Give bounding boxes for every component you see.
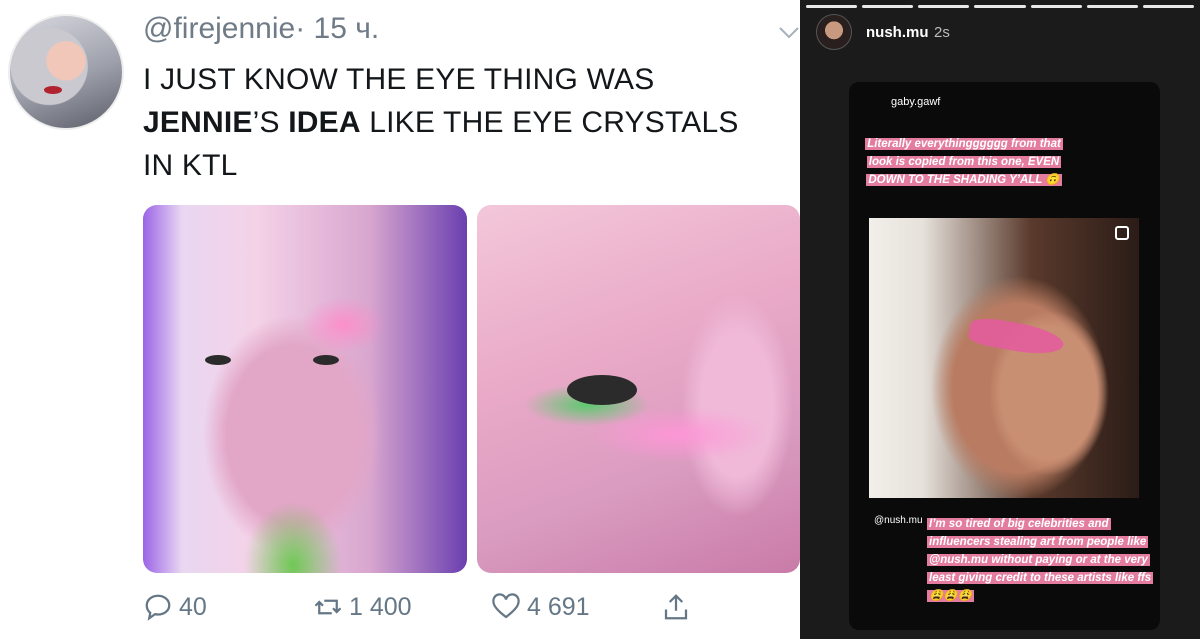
tweet: @firejennie· 15 ч. I JUST KNOW THE EYE T…	[0, 0, 800, 639]
like-button[interactable]: 4 691	[491, 592, 590, 622]
progress-segment	[918, 5, 970, 8]
retweet-button[interactable]: 1 400	[313, 592, 412, 622]
mention-tag[interactable]: @nush.mu	[874, 515, 923, 526]
like-icon	[492, 593, 520, 619]
retweet-count: 1 400	[349, 592, 412, 621]
tweet-time[interactable]: 15 ч.	[314, 12, 380, 45]
tweet-image-2[interactable]	[477, 205, 800, 573]
tweet-text-line1: I JUST KNOW THE EYE THING WAS	[143, 63, 655, 96]
card-quote-top: Literally everythingggggg from that look…	[859, 134, 1069, 188]
retweet-icon	[314, 599, 342, 615]
story-progress-bars	[806, 5, 1194, 8]
tweet-separator: ·	[295, 12, 306, 45]
share-icon	[664, 594, 688, 620]
share-button[interactable]	[661, 592, 691, 622]
eye-shape	[567, 375, 637, 405]
card-quote-bottom: I’m so tired of big celebrities and infl…	[927, 514, 1157, 604]
progress-segment	[862, 5, 914, 8]
tweet-avatar[interactable]	[8, 14, 124, 130]
reply-count: 40	[179, 592, 207, 621]
card-photo[interactable]	[869, 218, 1139, 498]
multi-image-icon	[1115, 226, 1129, 240]
progress-segment	[1142, 5, 1194, 8]
progress-segment	[974, 5, 1026, 8]
story-time: 2s	[934, 24, 950, 41]
tweet-text-line3: IN KTL	[143, 149, 238, 182]
tweet-text-part2: ’S	[252, 106, 289, 139]
story-username[interactable]: nush.mu	[866, 24, 929, 41]
eye-shape	[205, 355, 231, 365]
tweet-text: I JUST KNOW THE EYE THING WAS JENNIE’S I…	[143, 58, 793, 187]
tweet-header: @firejennie· 15 ч.	[143, 12, 379, 46]
tweet-actions: 40 1 400 4 691	[143, 592, 703, 632]
eye-shape	[313, 355, 339, 365]
tweet-text-bold1: JENNIE	[143, 106, 253, 139]
tweet-text-part3: LIKE THE EYE CRYSTALS	[360, 106, 739, 139]
progress-segment	[1030, 5, 1082, 8]
highlight-text: Literally everythingggggg from that look…	[865, 138, 1063, 186]
tweet-text-bold2: IDEA	[288, 106, 361, 139]
flame-eyeliner-shape	[967, 314, 1066, 360]
tweet-handle[interactable]: @firejennie	[143, 12, 295, 45]
progress-segment	[806, 5, 858, 8]
story-avatar[interactable]	[816, 14, 852, 50]
chevron-down-icon[interactable]	[778, 20, 800, 46]
like-count: 4 691	[527, 592, 590, 621]
reply-icon	[145, 594, 171, 621]
progress-segment	[1086, 5, 1138, 8]
highlight-text: I’m so tired of big celebrities and infl…	[927, 518, 1154, 602]
instagram-story: nush.mu 2s gaby.gawf Literally everythin…	[800, 0, 1200, 639]
tweet-image-1[interactable]	[143, 205, 467, 573]
shared-story-card[interactable]: gaby.gawf Literally everythingggggg from…	[849, 82, 1160, 630]
reply-button[interactable]: 40	[143, 592, 207, 622]
card-poster-username[interactable]: gaby.gawf	[891, 96, 940, 108]
